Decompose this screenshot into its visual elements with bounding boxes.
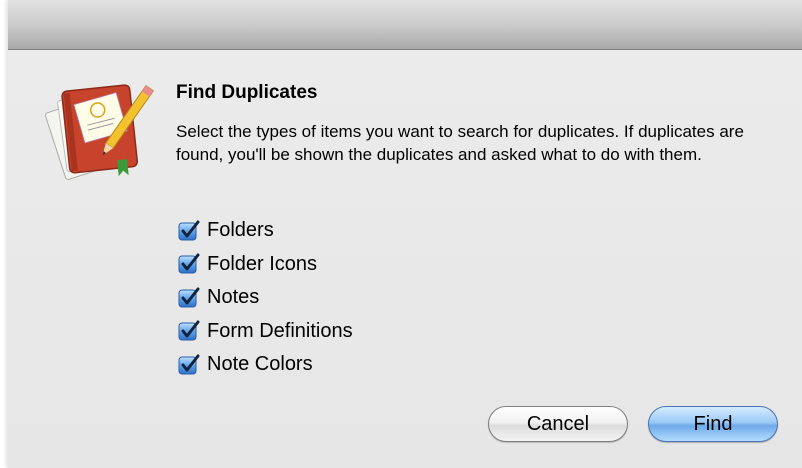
dialog-heading: Find Duplicates xyxy=(176,82,318,103)
option-folder-icons[interactable]: Folder Icons xyxy=(178,248,353,282)
checkbox-checked-icon[interactable] xyxy=(178,253,200,275)
checkbox-checked-icon[interactable] xyxy=(178,320,200,342)
option-notes[interactable]: Notes xyxy=(178,281,353,315)
option-form-definitions[interactable]: Form Definitions xyxy=(178,315,353,349)
notebook-pencil-icon xyxy=(45,84,154,180)
options-list: Folders Folder Icons Notes Form Definiti… xyxy=(178,214,353,382)
find-duplicates-dialog: Find Duplicates Select the types of item… xyxy=(8,0,802,468)
option-folders[interactable]: Folders xyxy=(178,214,353,248)
option-note-colors[interactable]: Note Colors xyxy=(178,348,353,382)
find-button[interactable]: Find xyxy=(648,406,778,442)
checkbox-checked-icon[interactable] xyxy=(178,287,200,309)
checkbox-checked-icon[interactable] xyxy=(178,220,200,242)
option-label: Note Colors xyxy=(207,353,313,376)
option-label: Folders xyxy=(207,219,274,242)
option-label: Folder Icons xyxy=(207,252,318,275)
option-label: Form Definitions xyxy=(207,319,353,342)
checkbox-checked-icon[interactable] xyxy=(178,354,200,376)
dialog-description: Select the types of items you want to se… xyxy=(176,122,744,164)
option-label: Notes xyxy=(207,286,260,309)
title-bar[interactable] xyxy=(8,0,802,50)
cancel-button[interactable]: Cancel xyxy=(488,406,628,442)
